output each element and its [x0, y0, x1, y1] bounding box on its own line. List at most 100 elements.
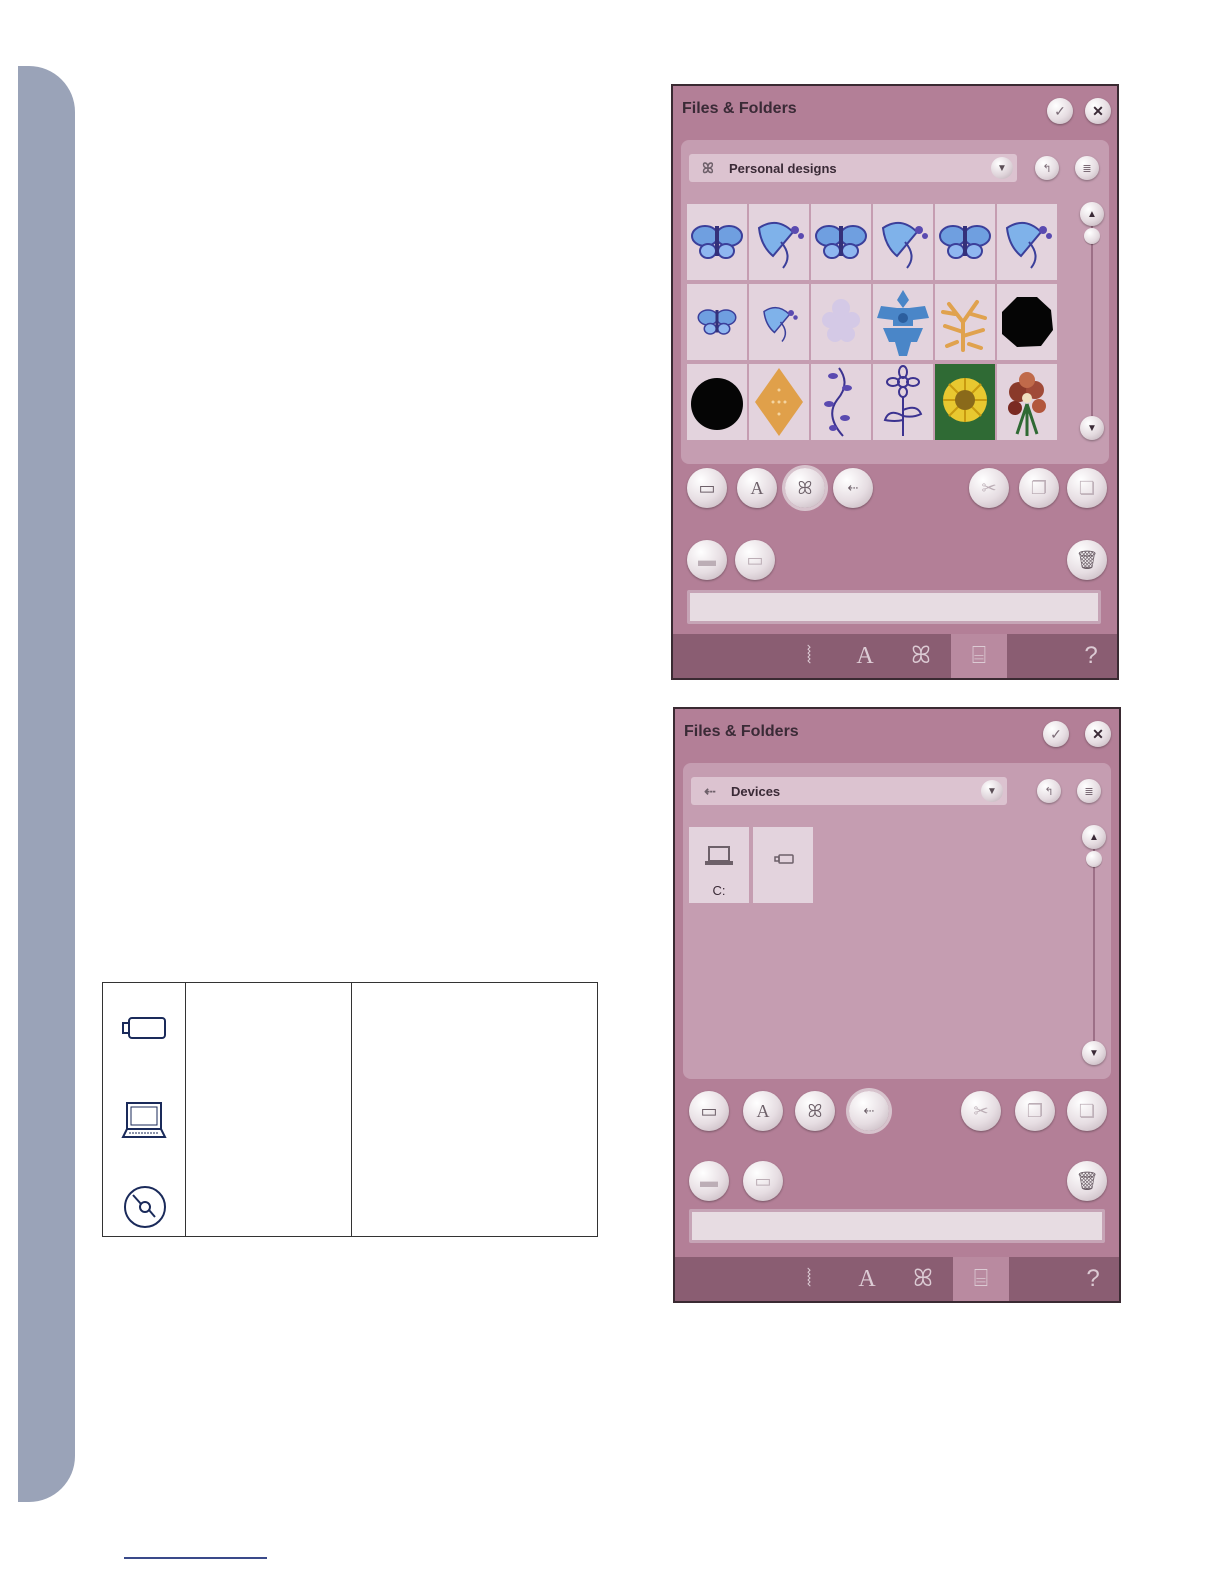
arrow-up-icon: ▲	[1089, 831, 1099, 843]
butterfly-design-icon	[815, 225, 867, 259]
usb-devices-button[interactable]: ⇠	[849, 1091, 889, 1131]
design-thumbnail[interactable]	[873, 364, 933, 440]
butterfly-icon: ꕤ	[797, 477, 813, 498]
design-menu-tab[interactable]: ꕤ	[895, 1257, 951, 1301]
rename-icon: ▭	[746, 549, 764, 570]
design-thumbnail[interactable]	[687, 284, 747, 360]
scroll-up-button[interactable]: ▲	[1080, 202, 1104, 226]
font-a-icon: A	[750, 477, 764, 498]
design-thumbnail[interactable]	[997, 364, 1057, 440]
name-column	[185, 983, 352, 1236]
new-folder-button[interactable]: ▬	[687, 540, 727, 580]
design-thumbnail[interactable]	[873, 204, 933, 280]
flower-stem-design-icon	[883, 365, 923, 436]
design-thumbnail[interactable]	[997, 284, 1057, 360]
design-thumbnail[interactable]	[811, 364, 871, 440]
paste-button[interactable]: ❏	[1067, 468, 1107, 508]
parent-folder-button[interactable]: ↰	[1035, 156, 1059, 180]
stitch-icon: ⦚	[806, 1265, 812, 1292]
designs-button[interactable]: ꕤ	[785, 468, 825, 508]
icon-column	[103, 983, 186, 1236]
files-folders-dialog: Files & Folders ✓ ✕ ꕤ Personal designs ▼…	[671, 84, 1119, 680]
check-icon: ✓	[1050, 725, 1062, 742]
new-folder-button[interactable]: ▬	[689, 1161, 729, 1201]
folder-button[interactable]: ▭	[689, 1091, 729, 1131]
design-thumbnail[interactable]	[687, 364, 747, 440]
delete-button[interactable]: 🗑	[1067, 540, 1107, 580]
butterfly-icon: ꕤ	[913, 1265, 933, 1292]
design-thumbnail[interactable]	[749, 284, 809, 360]
scroll-up-button[interactable]: ▲	[1082, 825, 1106, 849]
rename-button[interactable]: ▭	[735, 540, 775, 580]
design-thumbnail[interactable]	[811, 284, 871, 360]
usb-devices-button[interactable]: ⇠	[833, 468, 873, 508]
rename-icon: ▭	[754, 1170, 772, 1191]
design-thumbnail[interactable]	[749, 364, 809, 440]
butterfly-icon: ꕤ	[807, 1100, 823, 1121]
cut-button[interactable]: ✂	[969, 468, 1009, 508]
stitch-menu-tab[interactable]: ⦚	[781, 1257, 837, 1301]
confirm-button[interactable]: ✓	[1043, 721, 1069, 747]
list-view-button[interactable]: ≣	[1075, 156, 1099, 180]
butterfly-design-icon	[691, 225, 743, 259]
close-button[interactable]: ✕	[1085, 98, 1111, 124]
usb-icon: ⇠	[847, 480, 859, 495]
design-menu-tab[interactable]: ꕤ	[893, 634, 949, 678]
fonts-button[interactable]: A	[737, 468, 777, 508]
help-tab[interactable]: ?	[1063, 634, 1119, 678]
scroll-thumb[interactable]	[1084, 228, 1100, 244]
help-tab[interactable]: ?	[1065, 1257, 1121, 1301]
scroll-down-button[interactable]: ▼	[1080, 416, 1104, 440]
font-menu-tab[interactable]: A	[837, 634, 893, 678]
design-thumbnail[interactable]	[687, 204, 747, 280]
laptop-icon	[121, 1102, 167, 1138]
scissors-icon: ✂	[981, 477, 997, 498]
location-label: Devices	[731, 783, 781, 799]
design-thumbnail[interactable]	[997, 204, 1057, 280]
design-thumbnail[interactable]	[749, 204, 809, 280]
arrow-down-icon: ▼	[1089, 1047, 1099, 1059]
delete-button[interactable]: 🗑	[1067, 1161, 1107, 1201]
scroll-down-button[interactable]: ▼	[1082, 1041, 1106, 1065]
cut-button[interactable]: ✂	[961, 1091, 1001, 1131]
location-dropdown[interactable]: ⇠ Devices ▼	[691, 777, 1007, 805]
close-button[interactable]: ✕	[1085, 721, 1111, 747]
design-thumbnail[interactable]	[873, 284, 933, 360]
back-arrow-icon: ↰	[1042, 162, 1052, 175]
gold-diamond-design-icon	[755, 368, 803, 436]
vine-design-icon	[824, 367, 852, 437]
design-thumbnail[interactable]	[935, 284, 995, 360]
device-icon-table	[102, 982, 598, 1237]
usb-stick-device[interactable]	[753, 827, 813, 903]
computer-device[interactable]: C:	[689, 827, 749, 903]
dialog-title: Files & Folders	[682, 100, 797, 117]
fonts-button[interactable]: A	[743, 1091, 783, 1131]
files-folders-tab[interactable]: ⌸	[953, 1257, 1009, 1301]
location-dropdown[interactable]: ꕤ Personal designs ▼	[689, 154, 1017, 182]
lily-design-icon	[1005, 221, 1052, 269]
list-view-button[interactable]: ≣	[1077, 779, 1101, 803]
paste-button[interactable]: ❏	[1067, 1091, 1107, 1131]
files-folders-tab[interactable]: ⌸	[951, 634, 1007, 678]
butterfly-icon: ꕤ	[702, 159, 714, 176]
confirm-button[interactable]: ✓	[1047, 98, 1073, 124]
arrow-down-icon: ▼	[1087, 422, 1097, 434]
copy-button[interactable]: ❐	[1015, 1091, 1055, 1131]
font-menu-tab[interactable]: A	[839, 1257, 895, 1301]
design-thumbnail[interactable]	[935, 204, 995, 280]
parent-folder-button[interactable]: ↰	[1037, 779, 1061, 803]
sunflower-design-icon	[935, 364, 995, 440]
location-label: Personal designs	[729, 160, 837, 176]
designs-button[interactable]: ꕤ	[795, 1091, 835, 1131]
scroll-thumb[interactable]	[1086, 851, 1102, 867]
copy-button[interactable]: ❐	[1019, 468, 1059, 508]
new-folder-icon: ▬	[700, 1170, 718, 1191]
rename-button[interactable]: ▭	[743, 1161, 783, 1201]
font-a-icon: A	[756, 1100, 770, 1121]
design-thumbnail[interactable]	[811, 204, 871, 280]
info-field	[687, 590, 1101, 624]
folder-button[interactable]: ▭	[687, 468, 727, 508]
stitch-menu-tab[interactable]: ⦚	[781, 634, 837, 678]
faded-flower-design-icon	[822, 299, 860, 342]
design-thumbnail[interactable]	[935, 364, 995, 440]
